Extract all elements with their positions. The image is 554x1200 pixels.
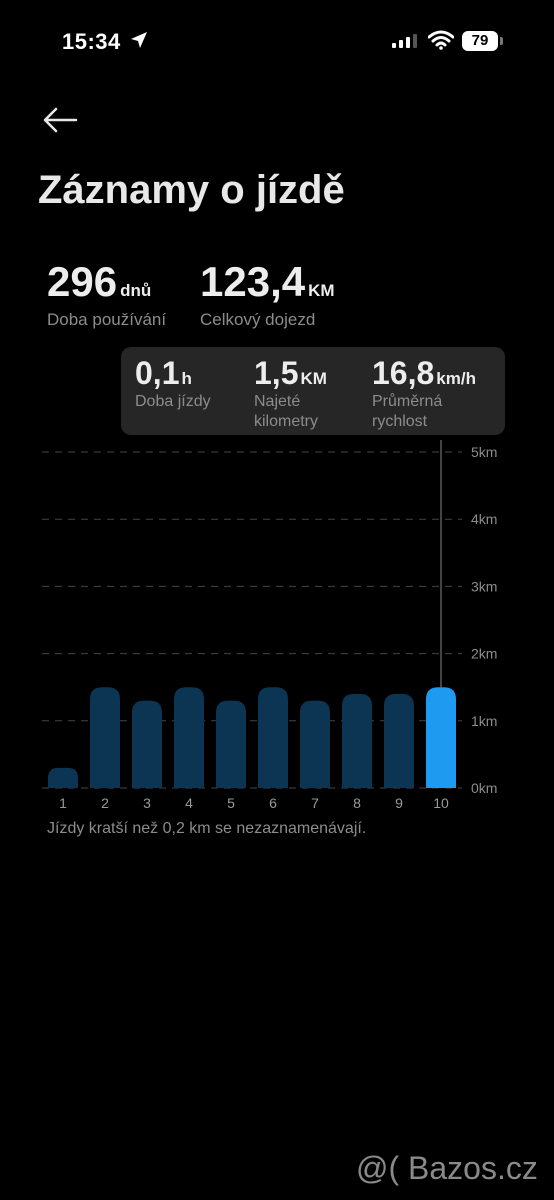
y-tick-label: 4km bbox=[471, 511, 497, 527]
total-distance-stat: 123,4 KM Celkový dojezd bbox=[200, 258, 335, 330]
y-tick-label: 3km bbox=[471, 578, 497, 594]
battery-tip bbox=[500, 37, 503, 45]
clock: 15:34 bbox=[62, 29, 121, 54]
ride-time-label: Doba jízdy bbox=[135, 393, 211, 410]
x-tick-label: 6 bbox=[269, 795, 277, 811]
location-icon bbox=[131, 32, 147, 48]
bar[interactable] bbox=[258, 687, 288, 788]
y-tick-label: 5km bbox=[471, 444, 497, 460]
ride-tooltip: 0,1 h Doba jízdy 1,5 KM Najeté kilometry 1… bbox=[121, 347, 505, 435]
usage-days-value: 296 bbox=[47, 258, 118, 305]
total-distance-value: 123,4 bbox=[200, 258, 306, 305]
y-tick-label: 1km bbox=[471, 713, 497, 729]
y-tick-label: 2km bbox=[471, 646, 497, 662]
bar[interactable] bbox=[132, 700, 162, 788]
y-tick-label: 0km bbox=[471, 780, 497, 796]
x-tick-label: 8 bbox=[353, 795, 361, 811]
ride-km-label: Najeté kilometry bbox=[254, 393, 319, 430]
ride-time-unit: h bbox=[181, 369, 192, 388]
ride-time-value: 0,1 bbox=[135, 355, 180, 391]
ride-time-stat: 0,1 h Doba jízdy bbox=[135, 355, 245, 412]
usage-days-stat: 296 dnů Doba používání bbox=[47, 258, 166, 330]
x-tick-label: 7 bbox=[311, 795, 319, 811]
x-tick-label: 9 bbox=[395, 795, 403, 811]
ride-speed-unit: km/h bbox=[436, 369, 476, 388]
x-tick-label: 5 bbox=[227, 795, 235, 811]
ride-km-value: 1,5 bbox=[254, 355, 299, 391]
ride-speed-value: 16,8 bbox=[372, 355, 435, 391]
usage-days-unit: dnů bbox=[120, 281, 152, 300]
signal-icon bbox=[392, 34, 417, 48]
bar[interactable] bbox=[216, 700, 246, 788]
x-tick-label: 3 bbox=[143, 795, 151, 811]
ride-km-stat: 1,5 KM Najeté kilometry bbox=[254, 355, 364, 432]
bar[interactable] bbox=[300, 700, 330, 788]
selected-bar[interactable] bbox=[426, 687, 456, 788]
bar[interactable] bbox=[384, 693, 414, 788]
watermark: @( Bazos.cz bbox=[356, 1150, 538, 1186]
status-bar: 15:34 79 bbox=[0, 0, 554, 80]
bar[interactable] bbox=[174, 687, 204, 788]
bar[interactable] bbox=[90, 687, 120, 788]
rides-bar-chart: 0km 1km 2km 3km 4km 5km 1 2 3 4 5 6 7 8 9 10 bbox=[42, 440, 497, 811]
x-tick-label: 2 bbox=[101, 795, 109, 811]
ride-speed-label: Průměrná rychlost bbox=[372, 393, 443, 430]
total-distance-label: Celkový dojezd bbox=[200, 310, 316, 329]
wifi-icon bbox=[428, 30, 454, 50]
back-arrow-icon[interactable] bbox=[40, 104, 80, 136]
page-title: Záznamy o jízdě bbox=[38, 168, 345, 212]
bar[interactable] bbox=[342, 693, 372, 788]
ride-km-unit: KM bbox=[300, 369, 327, 388]
total-distance-unit: KM bbox=[308, 281, 335, 300]
x-tick-label: 4 bbox=[185, 795, 193, 811]
footer-note: Jízdy kratší než 0,2 km se nezaznamenáva… bbox=[47, 820, 367, 837]
x-tick-label: 1 bbox=[59, 795, 67, 811]
x-tick-label: 10 bbox=[433, 795, 449, 811]
usage-days-label: Doba používání bbox=[47, 310, 167, 329]
ride-speed-stat: 16,8 km/h Průměrná rychlost bbox=[372, 355, 482, 432]
battery-indicator: 79 bbox=[462, 31, 498, 51]
bar[interactable] bbox=[48, 767, 78, 788]
